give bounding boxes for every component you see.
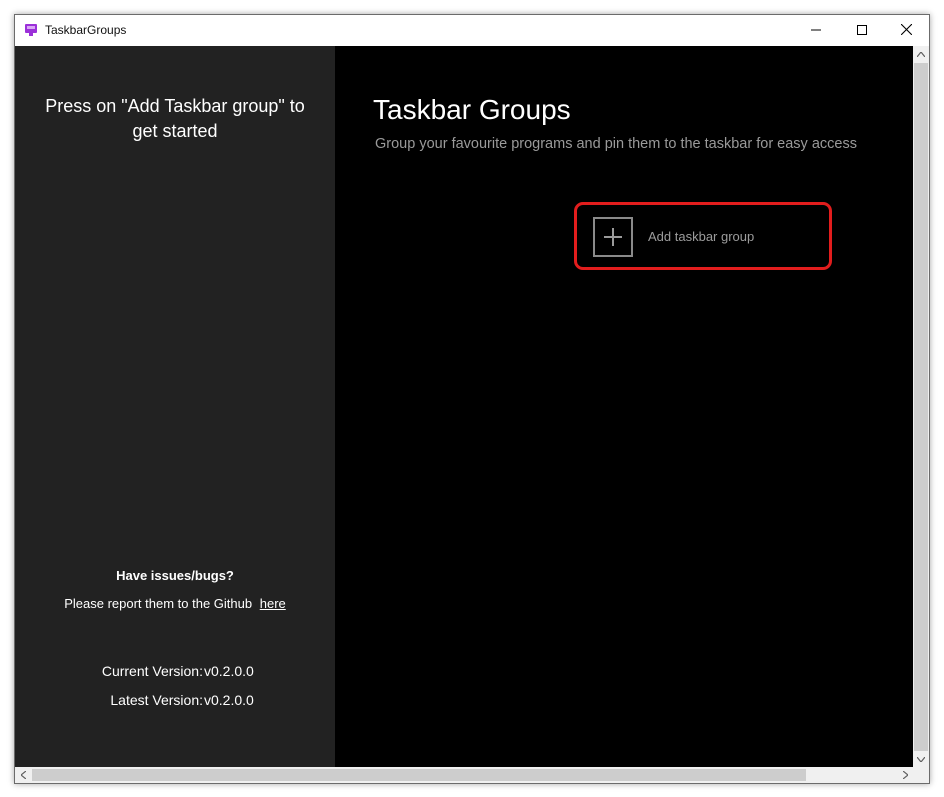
issues-text-row: Please report them to the Github here xyxy=(15,596,335,611)
scrollbar-corner xyxy=(913,767,929,783)
issues-title: Have issues/bugs? xyxy=(116,568,234,583)
maximize-button[interactable] xyxy=(839,15,885,46)
issues-text: Please report them to the Github xyxy=(64,596,253,611)
horizontal-scrollbar[interactable] xyxy=(15,767,913,783)
scroll-right-icon[interactable] xyxy=(897,767,913,783)
latest-version-value: v0.2.0.0 xyxy=(204,692,254,708)
scroll-up-icon[interactable] xyxy=(913,46,929,62)
app-window: TaskbarGroups Press on "Add Taskbar grou… xyxy=(14,14,930,784)
current-version-label: Current Version: xyxy=(101,663,203,679)
page-subtitle: Group your favourite programs and pin th… xyxy=(375,136,857,152)
close-button[interactable] xyxy=(883,15,929,46)
vertical-scroll-thumb[interactable] xyxy=(914,63,928,751)
getting-started-hint: Press on "Add Taskbar group" to get star… xyxy=(45,96,305,141)
vertical-scrollbar[interactable] xyxy=(913,46,929,767)
sidebar: Press on "Add Taskbar group" to get star… xyxy=(15,46,335,767)
close-icon xyxy=(900,22,912,40)
main-panel: Taskbar Groups Group your favourite prog… xyxy=(335,46,913,767)
current-version-row: Current Version: v0.2.0.0 xyxy=(15,663,335,683)
window-title: TaskbarGroups xyxy=(45,23,127,37)
scroll-left-icon[interactable] xyxy=(15,767,31,783)
minimize-button[interactable] xyxy=(793,15,839,46)
taskbar-groups-app-icon xyxy=(24,23,38,37)
scroll-down-icon[interactable] xyxy=(913,751,929,767)
horizontal-scroll-thumb[interactable] xyxy=(32,769,806,781)
maximize-icon xyxy=(857,22,867,40)
current-version-value: v0.2.0.0 xyxy=(204,663,254,679)
github-link[interactable]: here xyxy=(260,596,286,611)
latest-version-label: Latest Version: xyxy=(110,692,203,708)
title-bar[interactable]: TaskbarGroups xyxy=(15,15,929,46)
minimize-icon xyxy=(811,22,821,40)
add-taskbar-group-button[interactable] xyxy=(593,217,633,257)
latest-version-row: Latest Version: v0.2.0.0 xyxy=(15,692,335,712)
add-taskbar-group-label[interactable]: Add taskbar group xyxy=(648,229,754,244)
plus-icon xyxy=(595,228,631,259)
page-title: Taskbar Groups xyxy=(373,94,571,125)
